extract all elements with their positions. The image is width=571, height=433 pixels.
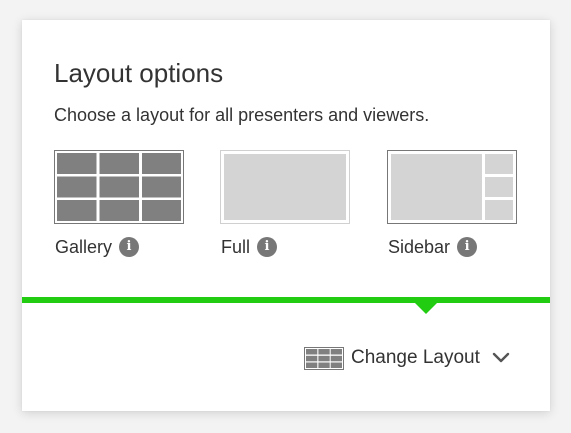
sidebar-label-row: Sidebar i: [388, 236, 478, 258]
selection-divider: [22, 297, 550, 303]
grid-layout-icon: [304, 346, 344, 370]
info-icon[interactable]: i: [457, 237, 478, 257]
sidebar-label: Sidebar: [388, 237, 451, 257]
change-layout-button[interactable]: Change Layout: [304, 346, 510, 370]
layout-option-sidebar[interactable]: Sidebar i: [387, 150, 517, 257]
full-layout-icon[interactable]: [220, 150, 350, 224]
sidebar-tiles-graphic: [391, 154, 513, 220]
panel-title: Layout options: [54, 58, 224, 88]
chevron-down-icon[interactable]: [492, 352, 510, 364]
full-label: Full: [221, 237, 251, 257]
info-icon[interactable]: i: [257, 237, 278, 257]
layout-option-gallery[interactable]: Gallery i: [54, 150, 184, 257]
gallery-grid-graphic: [57, 153, 181, 221]
panel-subtitle: Choose a layout for all presenters and v…: [54, 105, 430, 125]
gallery-label-row: Gallery i: [55, 236, 140, 258]
info-icon[interactable]: i: [119, 237, 140, 257]
full-tile-graphic: [224, 154, 346, 220]
change-layout-label: Change Layout: [351, 347, 480, 368]
gallery-layout-icon[interactable]: [54, 150, 184, 224]
gallery-label: Gallery: [55, 237, 113, 257]
sidebar-layout-icon[interactable]: [387, 150, 517, 224]
selection-pointer: [415, 303, 437, 314]
layout-option-full[interactable]: Full i: [220, 150, 350, 257]
full-label-row: Full i: [221, 236, 278, 258]
layout-options-panel: Layout options Choose a layout for all p…: [22, 20, 550, 411]
